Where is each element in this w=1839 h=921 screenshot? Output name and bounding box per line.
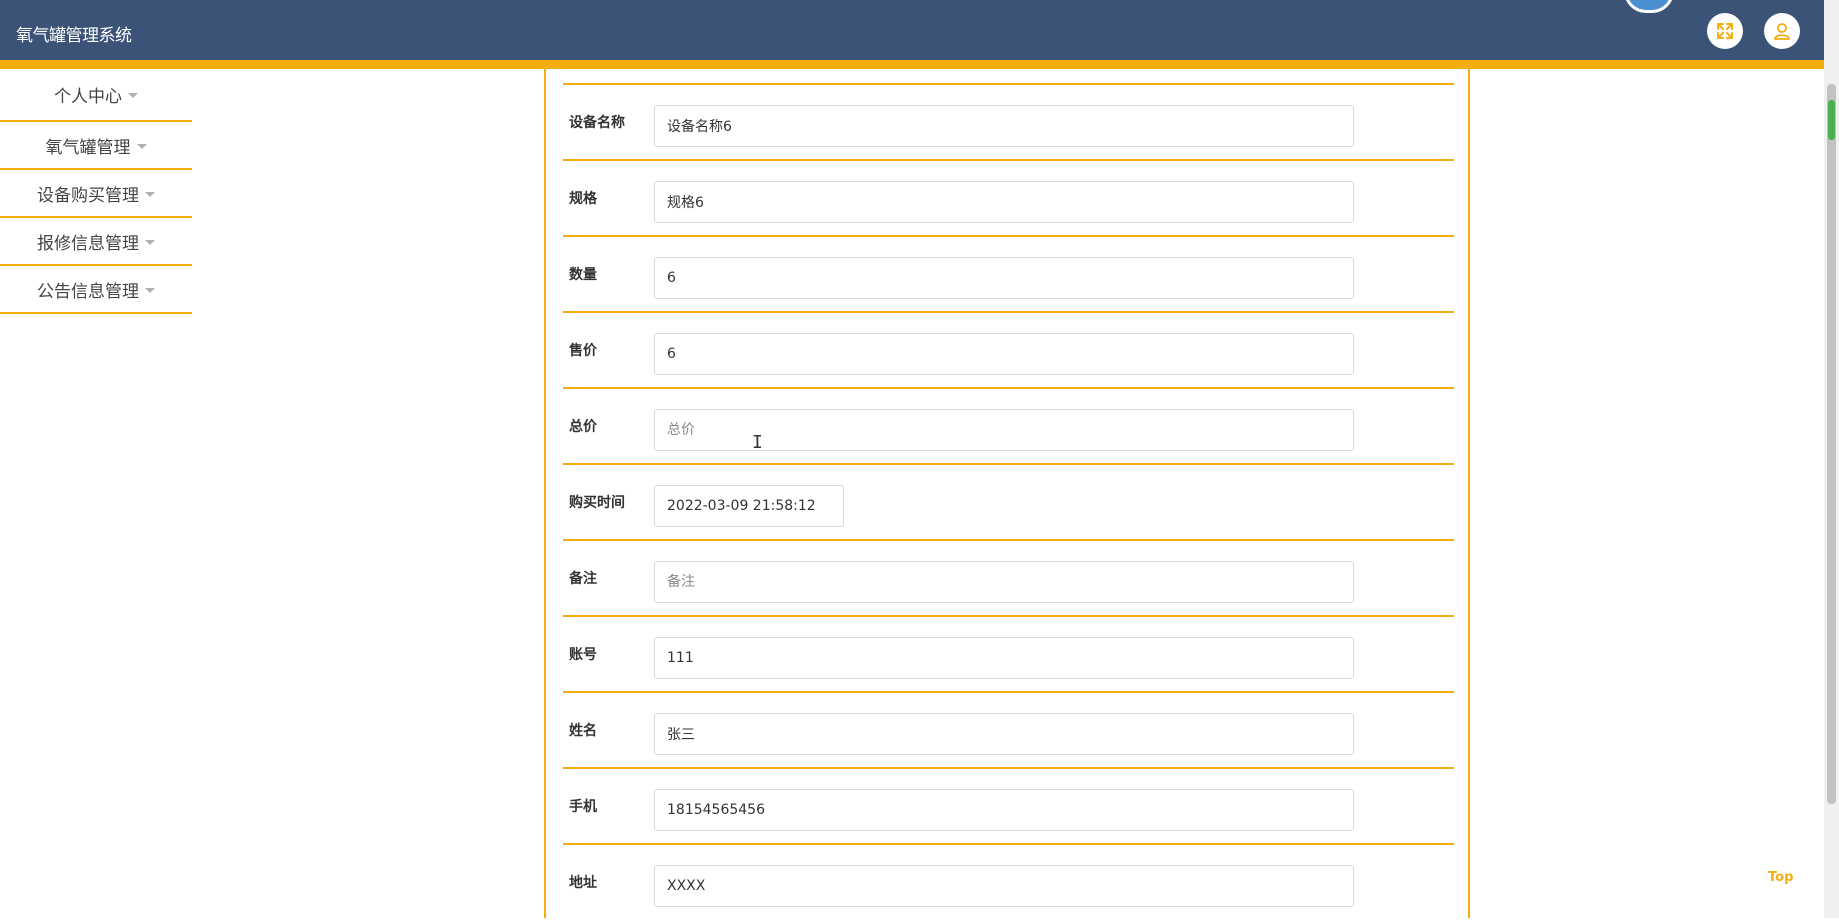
- caret-down-icon: [136, 143, 147, 149]
- form-row-spec: 规格: [563, 161, 1454, 237]
- address-input[interactable]: [654, 865, 1354, 907]
- sidebar-item-label: 氧气罐管理: [45, 137, 131, 158]
- caret-down-icon: [145, 287, 155, 293]
- field-label: 账号: [569, 647, 597, 663]
- phone-input[interactable]: [654, 789, 1354, 831]
- sidebar-menu: 个人中心 氧气罐管理 设备购买管理 报修信息管理 公告信息管理: [0, 69, 192, 314]
- field-label: 备注: [569, 571, 597, 587]
- sidebar-item-personal-center[interactable]: 个人中心: [0, 69, 192, 122]
- quantity-input[interactable]: [654, 257, 1354, 299]
- form-row-total: 总价: [563, 389, 1454, 465]
- purchase-time-input[interactable]: [654, 485, 844, 527]
- field-label: 总价: [569, 419, 597, 435]
- sidebar-item-notice[interactable]: 公告信息管理: [0, 266, 192, 314]
- fullscreen-icon: [1717, 23, 1733, 39]
- back-to-top-button[interactable]: Top: [1768, 870, 1793, 885]
- user-button[interactable]: [1764, 13, 1800, 49]
- form-row-address: 地址: [563, 845, 1454, 921]
- caret-down-icon: [145, 239, 155, 245]
- sidebar-item-label: 个人中心: [54, 87, 122, 107]
- field-label: 手机: [569, 799, 597, 815]
- field-label: 地址: [569, 875, 597, 891]
- fullscreen-button[interactable]: [1707, 13, 1743, 49]
- field-label: 规格: [569, 191, 597, 207]
- form-row-purchase-time: 购买时间: [563, 465, 1454, 541]
- field-label: 售价: [569, 343, 597, 359]
- app-title: 氧气罐管理系统: [16, 26, 132, 46]
- spec-input[interactable]: [654, 181, 1354, 223]
- remark-input[interactable]: [654, 561, 1354, 603]
- decorative-badge: [1624, 0, 1674, 13]
- name-input[interactable]: [654, 713, 1354, 755]
- device-name-input[interactable]: [654, 105, 1354, 147]
- purchase-detail-form: 设备名称 规格 数量 售价 总价 购买时间 备注 账号 姓名 手机 地址: [544, 69, 1470, 918]
- sidebar-item-purchase[interactable]: 设备购买管理: [0, 170, 192, 218]
- sidebar-item-label: 设备购买管理: [37, 185, 139, 206]
- top-header: 氧气罐管理系统: [0, 0, 1824, 69]
- scrollbar-indicator: [1828, 100, 1835, 140]
- text-cursor-icon: I: [752, 432, 763, 453]
- sidebar-item-oxygen-tank[interactable]: 氧气罐管理: [0, 122, 192, 170]
- sidebar-item-label: 公告信息管理: [37, 281, 139, 302]
- caret-down-icon: [128, 93, 138, 98]
- form-row-account: 账号: [563, 617, 1454, 693]
- field-label: 购买时间: [569, 495, 625, 511]
- price-input[interactable]: [654, 333, 1354, 375]
- form-row-remark: 备注: [563, 541, 1454, 617]
- form-row-phone: 手机: [563, 769, 1454, 845]
- caret-down-icon: [145, 191, 155, 197]
- account-input[interactable]: [654, 637, 1354, 679]
- form-row-device-name: 设备名称: [563, 85, 1454, 161]
- scrollbar-thumb[interactable]: [1827, 84, 1836, 804]
- vertical-scrollbar[interactable]: [1824, 0, 1839, 918]
- field-label: 数量: [569, 267, 597, 283]
- field-label: 姓名: [569, 723, 597, 739]
- user-icon: [1774, 23, 1790, 40]
- field-label: 设备名称: [569, 115, 625, 131]
- sidebar-item-label: 报修信息管理: [37, 233, 139, 254]
- sidebar-item-repair[interactable]: 报修信息管理: [0, 218, 192, 266]
- form-row-name: 姓名: [563, 693, 1454, 769]
- form-row-quantity: 数量: [563, 237, 1454, 313]
- form-row-price: 售价: [563, 313, 1454, 389]
